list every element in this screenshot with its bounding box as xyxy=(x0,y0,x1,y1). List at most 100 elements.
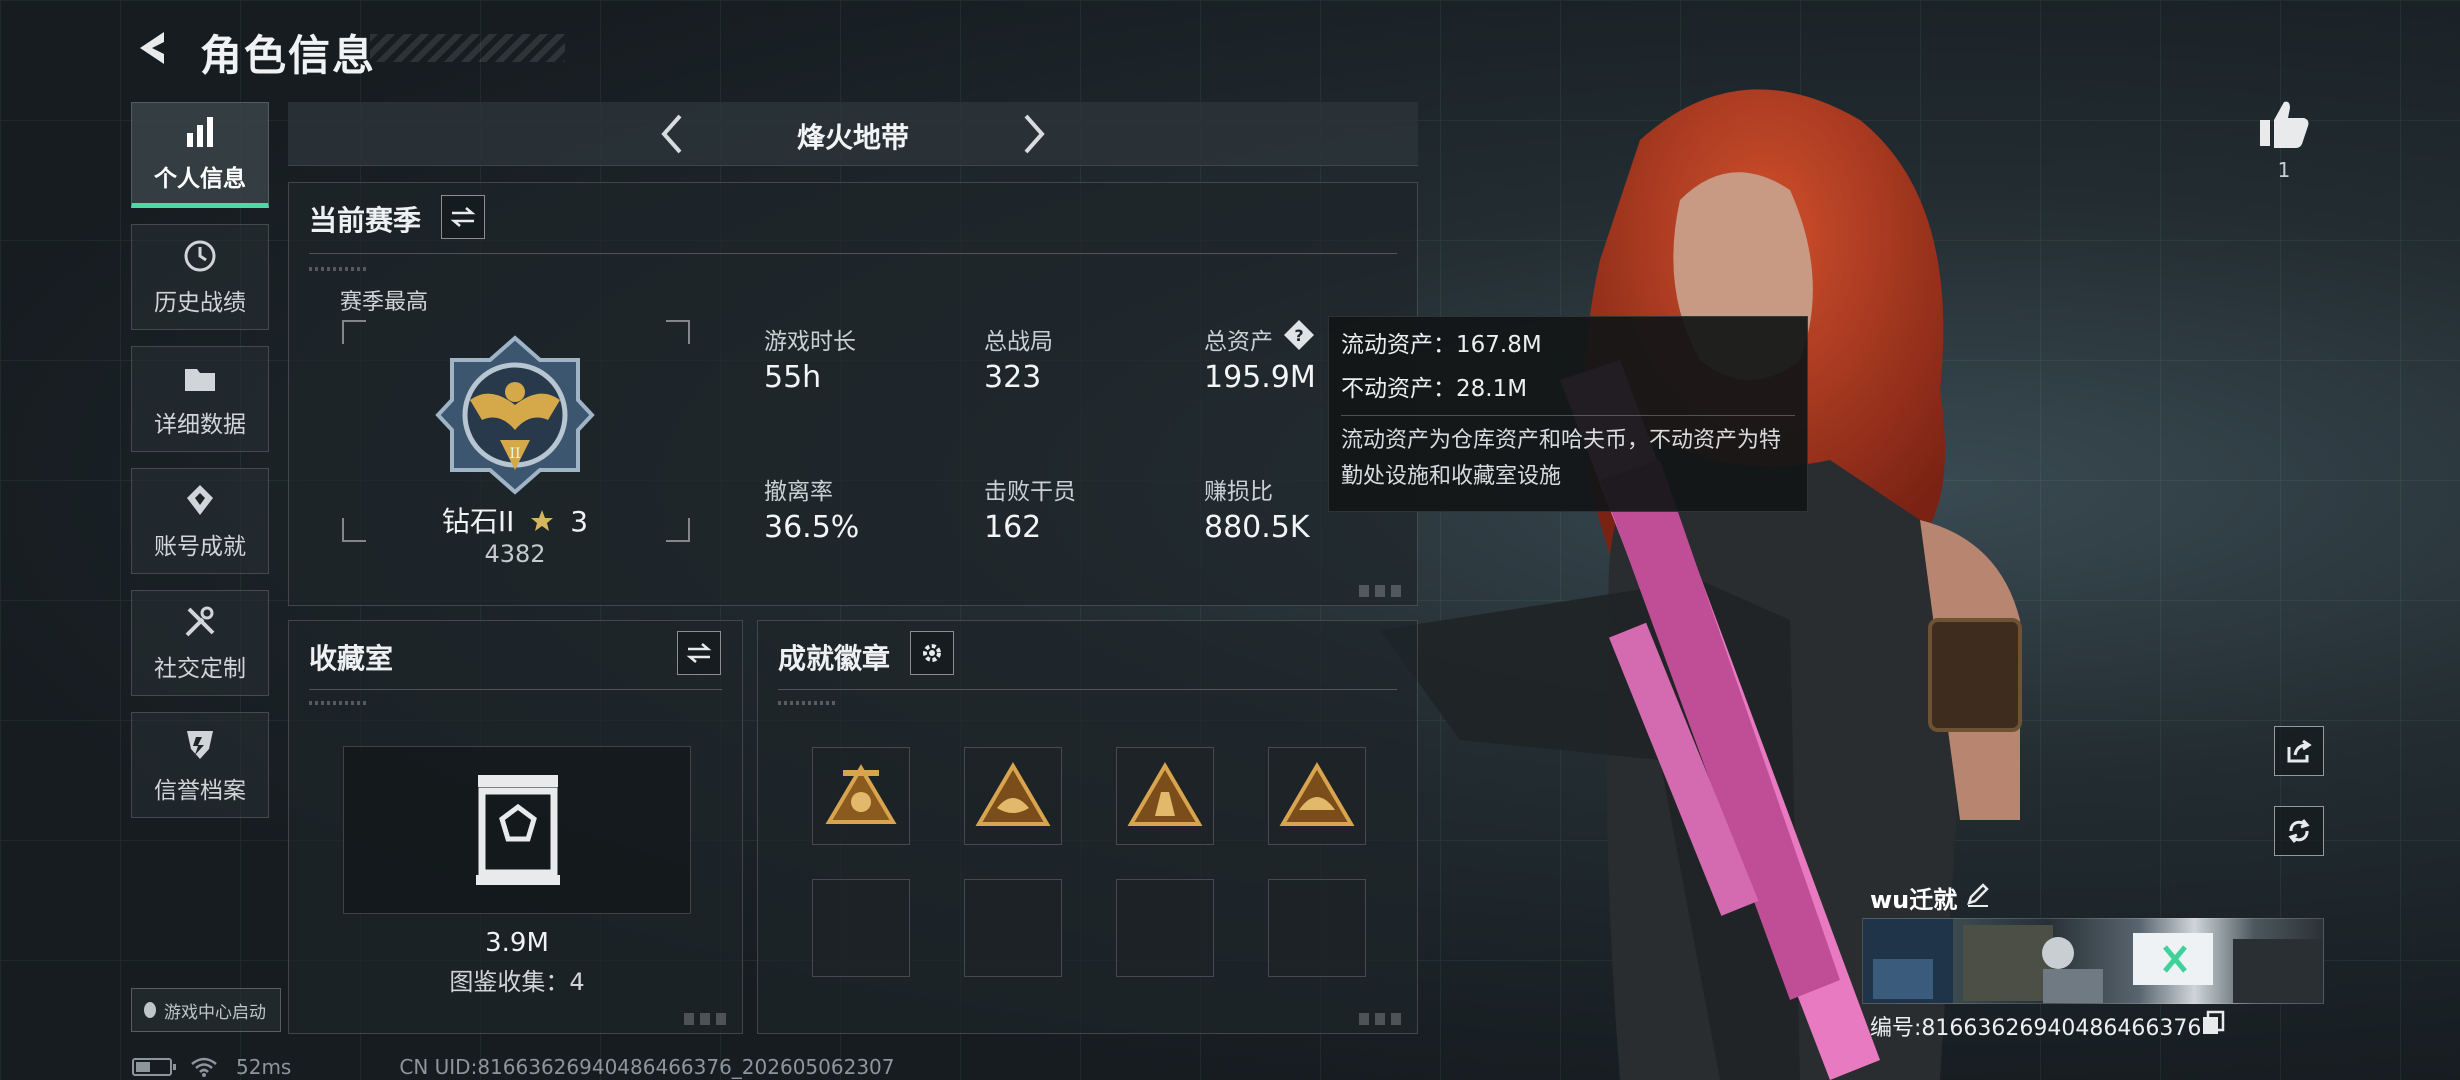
corner-decoration xyxy=(684,1013,732,1025)
sidebar-item-label: 账号成就 xyxy=(154,534,246,560)
sidebar-item-label: 历史战绩 xyxy=(154,290,246,316)
chevron-right-icon[interactable] xyxy=(1010,110,1056,158)
game-center-label: 游戏中心启动 xyxy=(164,1002,266,1023)
divider-decoration xyxy=(309,701,369,705)
badges-settings-button[interactable] xyxy=(910,631,954,675)
help-icon[interactable]: ? xyxy=(1282,318,1316,352)
badges-panel-title: 成就徽章 xyxy=(778,642,891,675)
page-title: 角色信息 xyxy=(200,31,377,80)
tooltip-description: 流动资产为仓库资产和哈夫币，不动资产为特勤处设施和收藏室设施 xyxy=(1341,428,1782,489)
badge-icon xyxy=(975,762,1051,826)
badge-slot[interactable] xyxy=(812,747,910,845)
sidebar-item-credit-record[interactable]: 信誉档案 xyxy=(131,712,269,818)
player-name: wu迁就 xyxy=(1870,886,1958,914)
display-case-icon xyxy=(476,775,560,885)
vault-collection-count: 图鉴收集：4 xyxy=(449,968,585,996)
status-uid-text: CN UID:8166362694048646637​6_20260506230… xyxy=(399,1055,895,1079)
sidebar-item-label: 信誉档案 xyxy=(154,778,246,804)
share-button[interactable] xyxy=(2274,726,2324,776)
mode-title: 烽火地带 xyxy=(796,121,909,154)
rank-name-text: 钻石II xyxy=(441,505,515,538)
sidebar-item-detail-data[interactable]: 详细数据 xyxy=(131,346,269,452)
rank-name: 钻石II 3 xyxy=(340,500,690,540)
gear-icon xyxy=(923,644,941,662)
qq-icon xyxy=(144,1002,156,1018)
sidebar-item-label: 详细数据 xyxy=(154,412,246,438)
divider xyxy=(778,689,1397,690)
badge-slot[interactable] xyxy=(1116,747,1214,845)
stat-label-total-matches: 总战局 xyxy=(984,329,1053,355)
wifi-icon xyxy=(191,1057,217,1077)
thumbs-up-icon[interactable] xyxy=(2256,96,2312,152)
badge-slot-empty[interactable] xyxy=(1116,879,1214,977)
badge-icon xyxy=(825,764,897,824)
badge-slot-empty[interactable] xyxy=(812,879,910,977)
season-panel-title: 当前赛季 xyxy=(309,204,422,237)
season-best-label: 赛季最高 xyxy=(340,290,429,315)
bar-chart-icon xyxy=(187,117,213,147)
rank-score: 4382 xyxy=(484,540,546,568)
vault-panel-title: 收藏室 xyxy=(309,642,394,675)
stat-label-extract-rate: 撤离率 xyxy=(764,479,833,505)
corner-decoration xyxy=(1359,585,1407,597)
swap-icon xyxy=(450,207,476,227)
status-bar: 52ms CN UID:8166362694048646637​6_202605… xyxy=(132,1054,895,1080)
player-uid: 编号:8166362694048646637​6 xyxy=(1870,1016,2202,1041)
frame-corner xyxy=(666,320,690,344)
copy-icon[interactable] xyxy=(2200,1010,2226,1036)
rank-stars: 3 xyxy=(570,505,589,538)
banner-image xyxy=(1863,919,2323,1003)
battery-icon xyxy=(132,1058,176,1076)
sidebar-item-social-custom[interactable]: 社交定制 xyxy=(131,590,269,696)
sidebar-item-achievements[interactable]: 账号成就 xyxy=(131,468,269,574)
svg-text:II: II xyxy=(509,446,520,462)
edit-icon[interactable] xyxy=(1964,880,1992,908)
tooltip-liquid-assets: 流动资产：167.8M xyxy=(1341,332,1542,358)
stat-value-play-time: 55h xyxy=(764,360,822,395)
achievement-icon xyxy=(187,485,213,515)
sidebar-item-label: 社交定制 xyxy=(154,656,246,682)
badge-slot[interactable] xyxy=(964,747,1062,845)
mode-selector: 烽火地带 xyxy=(288,102,1418,166)
ping-text: 52ms xyxy=(236,1055,292,1079)
tools-icon xyxy=(185,606,215,637)
clock-icon xyxy=(184,240,216,272)
profile-banner[interactable] xyxy=(1862,918,2324,1004)
sidebar-item-history[interactable]: 历史战绩 xyxy=(131,224,269,330)
badge-icon xyxy=(1127,762,1203,826)
stat-value-extract-rate: 36.5% xyxy=(764,510,860,545)
rank-emblem-icon: II xyxy=(435,335,595,495)
season-switch-button[interactable] xyxy=(441,195,485,239)
vault-switch-button[interactable] xyxy=(677,631,721,675)
assets-tooltip: 流动资产：167.8M 不动资产：28.1M 流动资产为仓库资产和哈夫币，不动资… xyxy=(1328,316,1808,512)
back-arrow-icon[interactable] xyxy=(130,26,174,70)
svg-text:?: ? xyxy=(1294,326,1303,345)
badges-panel: 成就徽章 xyxy=(757,620,1418,1034)
frame-corner xyxy=(342,320,366,344)
stat-label-play-time: 游戏时长 xyxy=(764,329,856,355)
corner-decoration xyxy=(1359,1013,1407,1025)
share-icon xyxy=(2287,739,2312,763)
sidebar-item-personal-info[interactable]: 个人信息 xyxy=(131,102,269,208)
badge-slot[interactable] xyxy=(1268,747,1366,845)
refresh-button[interactable] xyxy=(2274,806,2324,856)
stat-value-profit-ratio: 880.5K xyxy=(1204,510,1310,545)
tooltip-divider xyxy=(1341,415,1795,416)
stat-value-total-assets: 195.9M xyxy=(1204,360,1316,395)
star-icon xyxy=(531,510,554,531)
folder-icon xyxy=(185,369,215,391)
divider-decoration xyxy=(778,701,838,705)
divider xyxy=(309,689,722,690)
game-center-launch-button[interactable]: 游戏中心启动 xyxy=(131,988,281,1032)
sidebar-item-label: 个人信息 xyxy=(154,166,246,192)
stat-label-kills: 击败干员 xyxy=(984,479,1076,505)
divider-decoration xyxy=(309,267,369,271)
stat-value-total-matches: 323 xyxy=(984,360,1042,395)
refresh-icon xyxy=(2288,819,2310,843)
like-count: 1 xyxy=(2277,158,2291,182)
tooltip-fixed-assets: 不动资产：28.1M xyxy=(1341,376,1528,402)
title-decoration xyxy=(370,34,565,62)
badge-slot-empty[interactable] xyxy=(964,879,1062,977)
badge-slot-empty[interactable] xyxy=(1268,879,1366,977)
vault-preview[interactable] xyxy=(343,746,691,914)
